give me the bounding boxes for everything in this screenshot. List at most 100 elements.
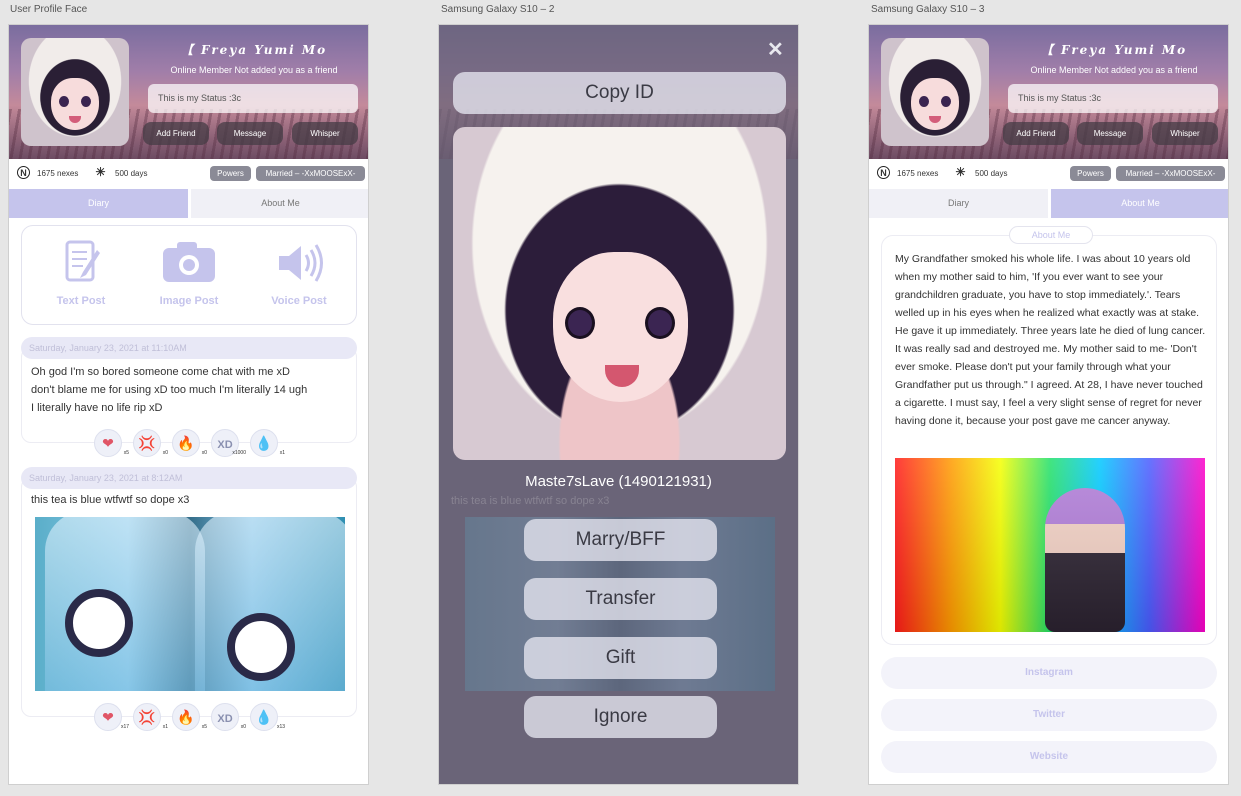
nexes-icon: N: [877, 166, 890, 179]
drop-icon: 💧: [255, 709, 273, 725]
post-text-line: this tea is blue wtfwtf so dope x3: [31, 494, 190, 506]
married-badge[interactable]: Married – -XxMOOSExX-: [256, 166, 365, 181]
instagram-link[interactable]: Instagram: [881, 657, 1217, 689]
reaction-button[interactable]: 💧 x13: [250, 703, 285, 731]
reaction-bar: ❤ x5 💢 x0 🔥 x0 XD x1000 💧 x1: [94, 429, 294, 459]
sun-icon: ☀: [95, 165, 106, 179]
website-link[interactable]: Website: [881, 741, 1217, 773]
copy-id-button[interactable]: Copy ID: [453, 72, 786, 114]
image-post-button[interactable]: Image Post: [144, 236, 234, 307]
reaction-button[interactable]: ❤ x5: [94, 429, 129, 457]
reaction-count: x5: [201, 724, 207, 730]
reaction-button[interactable]: ❤ x17: [94, 703, 129, 731]
stats-bar: N 1675 nexes ☀ 500 days Powers Married –…: [9, 159, 368, 187]
dimmed-post-text: this tea is blue wtfwtf so dope x3: [451, 495, 610, 507]
reaction-button[interactable]: 🔥 x0: [172, 429, 207, 457]
about-text: My Grandfather smoked his whole life. I …: [895, 253, 1206, 427]
reaction-count: x13: [276, 724, 285, 730]
profile-header: 【 Freya Yumi Mo Online Member Not added …: [9, 25, 368, 159]
powers-badge[interactable]: Powers: [210, 166, 251, 181]
tab-about-me[interactable]: About Me: [1051, 189, 1228, 218]
post-date: Saturday, January 23, 2021 at 11:10AM: [21, 337, 357, 359]
sun-icon: ☀: [955, 165, 966, 179]
post-date: Saturday, January 23, 2021 at 8:12AM: [21, 467, 357, 489]
artboard-label-1: User Profile Face: [10, 4, 88, 15]
powers-badge[interactable]: Powers: [1070, 166, 1111, 181]
add-friend-button[interactable]: Add Friend: [143, 122, 209, 145]
tab-about-me[interactable]: About Me: [191, 189, 368, 218]
whisper-button[interactable]: Whisper: [292, 122, 358, 145]
avatar[interactable]: [881, 38, 989, 146]
profile-about-screen: 【 Freya Yumi Mo Online Member Not added …: [868, 24, 1229, 785]
tab-diary[interactable]: Diary: [869, 189, 1048, 218]
online-status-text: Online Member Not added you as a friend: [1030, 65, 1198, 75]
add-friend-button[interactable]: Add Friend: [1003, 122, 1069, 145]
anger-icon: 💢: [138, 709, 156, 725]
user-name-id: Maste7sLave (1490121931): [525, 473, 712, 490]
days-count: 500 days: [975, 169, 1008, 178]
nexes-count: 1675 nexes: [37, 169, 79, 178]
nexes-count: 1675 nexes: [897, 169, 939, 178]
artboard-label-3: Samsung Galaxy S10 – 3: [871, 4, 985, 15]
about-label: About Me: [1009, 226, 1093, 244]
post-photo[interactable]: [35, 517, 345, 691]
transfer-button[interactable]: Transfer: [524, 578, 717, 620]
reaction-button[interactable]: 💢 x0: [133, 429, 168, 457]
reaction-button[interactable]: 🔥 x5: [172, 703, 207, 731]
reaction-count: x1: [279, 450, 285, 456]
xd-icon: XD: [217, 713, 233, 725]
profile-header: 【 Freya Yumi Mo Online Member Not added …: [869, 25, 1228, 159]
username: 【 Freya Yumi Mo: [180, 43, 328, 57]
xd-icon: XD: [217, 439, 233, 451]
stats-bar: N 1675 nexes ☀ 500 days Powers Married –…: [869, 159, 1228, 187]
reaction-count: x0: [201, 450, 207, 456]
text-post-button[interactable]: Text Post: [36, 236, 126, 307]
avatar[interactable]: [21, 38, 129, 146]
reaction-count: x0: [162, 450, 168, 456]
close-icon[interactable]: ✕: [767, 37, 784, 62]
profile-diary-screen: 【 Freya Yumi Mo Online Member Not added …: [8, 24, 369, 785]
reaction-count: x1: [162, 724, 168, 730]
heart-icon: ❤: [102, 435, 114, 451]
post-text-line: don't blame me for using xD too much I'm…: [31, 384, 308, 396]
ignore-button[interactable]: Ignore: [524, 696, 717, 738]
reaction-button[interactable]: 💧 x1: [250, 429, 285, 457]
tab-diary[interactable]: Diary: [9, 189, 188, 218]
whisper-button[interactable]: Whisper: [1152, 122, 1218, 145]
artboard-label-2: Samsung Galaxy S10 – 2: [441, 4, 555, 15]
anger-icon: 💢: [138, 435, 156, 451]
reaction-button[interactable]: XD x0: [211, 703, 246, 731]
text-post-label: Text Post: [56, 295, 106, 307]
days-count: 500 days: [115, 169, 148, 178]
reaction-bar: ❤ x17 💢 x1 🔥 x5 XD x0 💧 x13: [94, 703, 294, 733]
reaction-count: x1000: [232, 450, 246, 456]
gift-button[interactable]: Gift: [524, 637, 717, 679]
user-action-modal-screen: this tea is blue wtfwtf so dope x3 ✕ Cop…: [438, 24, 799, 785]
online-status-text: Online Member Not added you as a friend: [170, 65, 338, 75]
reaction-button[interactable]: XD x1000: [211, 429, 246, 457]
nexes-icon: N: [17, 166, 30, 179]
reaction-count: x17: [120, 724, 129, 730]
fire-icon: 🔥: [177, 435, 195, 451]
married-badge[interactable]: Married – -XxMOOSExX-: [1116, 166, 1225, 181]
post-text-line: I literally have no life rip xD: [31, 402, 163, 414]
voice-post-label: Voice Post: [271, 295, 327, 307]
drop-icon: 💧: [255, 435, 273, 451]
marry-bff-button[interactable]: Marry/BFF: [524, 519, 717, 561]
reaction-count: x5: [123, 450, 129, 456]
heart-icon: ❤: [102, 709, 114, 725]
voice-post-button[interactable]: Voice Post: [254, 236, 344, 307]
message-button[interactable]: Message: [217, 122, 283, 145]
message-button[interactable]: Message: [1077, 122, 1143, 145]
twitter-link[interactable]: Twitter: [881, 699, 1217, 731]
fire-icon: 🔥: [177, 709, 195, 725]
notepad-icon: [65, 240, 100, 282]
image-post-label: Image Post: [159, 295, 219, 307]
reaction-button[interactable]: 💢 x1: [133, 703, 168, 731]
status-message: This is my Status :3c: [148, 84, 358, 113]
about-image[interactable]: [895, 458, 1205, 632]
speaker-icon: [279, 244, 323, 282]
profile-picture-large: [453, 127, 786, 460]
username: 【 Freya Yumi Mo: [1040, 43, 1188, 57]
reaction-count: x0: [240, 724, 246, 730]
